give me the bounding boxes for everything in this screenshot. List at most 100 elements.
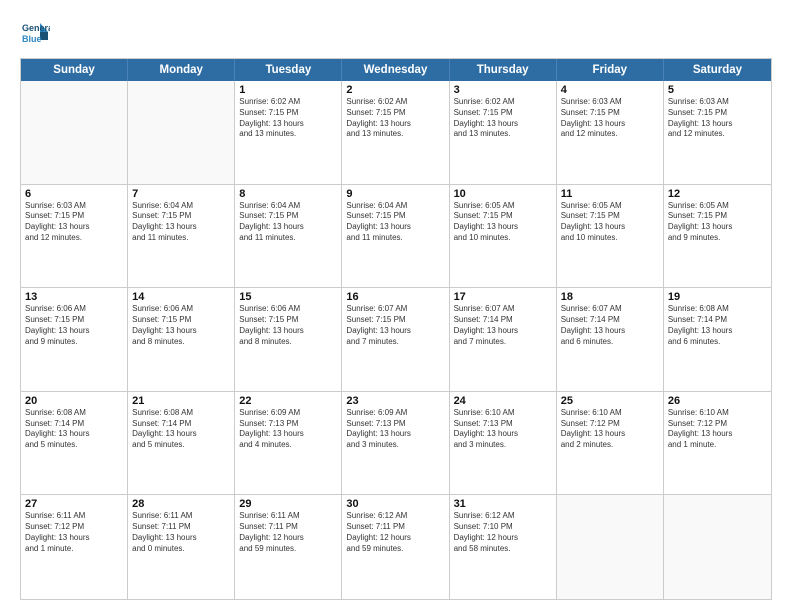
calendar-row-5: 27Sunrise: 6:11 AM Sunset: 7:12 PM Dayli… [21, 495, 771, 599]
day-info: Sunrise: 6:10 AM Sunset: 7:13 PM Dayligh… [454, 408, 552, 451]
empty-cell [128, 81, 235, 184]
day-info: Sunrise: 6:07 AM Sunset: 7:15 PM Dayligh… [346, 304, 444, 347]
page: General Blue SundayMondayTuesdayWednesda… [0, 0, 792, 612]
day-number: 2 [346, 84, 444, 96]
day-cell-6: 6Sunrise: 6:03 AM Sunset: 7:15 PM Daylig… [21, 185, 128, 288]
day-cell-12: 12Sunrise: 6:05 AM Sunset: 7:15 PM Dayli… [664, 185, 771, 288]
day-cell-23: 23Sunrise: 6:09 AM Sunset: 7:13 PM Dayli… [342, 392, 449, 495]
day-cell-1: 1Sunrise: 6:02 AM Sunset: 7:15 PM Daylig… [235, 81, 342, 184]
day-number: 24 [454, 395, 552, 407]
day-number: 27 [25, 498, 123, 510]
day-info: Sunrise: 6:02 AM Sunset: 7:15 PM Dayligh… [239, 97, 337, 140]
day-cell-3: 3Sunrise: 6:02 AM Sunset: 7:15 PM Daylig… [450, 81, 557, 184]
day-cell-17: 17Sunrise: 6:07 AM Sunset: 7:14 PM Dayli… [450, 288, 557, 391]
empty-cell [664, 495, 771, 599]
day-number: 31 [454, 498, 552, 510]
day-cell-25: 25Sunrise: 6:10 AM Sunset: 7:12 PM Dayli… [557, 392, 664, 495]
day-info: Sunrise: 6:08 AM Sunset: 7:14 PM Dayligh… [668, 304, 767, 347]
day-cell-22: 22Sunrise: 6:09 AM Sunset: 7:13 PM Dayli… [235, 392, 342, 495]
day-number: 8 [239, 188, 337, 200]
day-cell-5: 5Sunrise: 6:03 AM Sunset: 7:15 PM Daylig… [664, 81, 771, 184]
day-cell-10: 10Sunrise: 6:05 AM Sunset: 7:15 PM Dayli… [450, 185, 557, 288]
day-number: 29 [239, 498, 337, 510]
day-number: 25 [561, 395, 659, 407]
day-info: Sunrise: 6:02 AM Sunset: 7:15 PM Dayligh… [454, 97, 552, 140]
day-number: 21 [132, 395, 230, 407]
day-header-friday: Friday [557, 59, 664, 81]
day-cell-28: 28Sunrise: 6:11 AM Sunset: 7:11 PM Dayli… [128, 495, 235, 599]
day-info: Sunrise: 6:12 AM Sunset: 7:11 PM Dayligh… [346, 511, 444, 554]
day-info: Sunrise: 6:09 AM Sunset: 7:13 PM Dayligh… [239, 408, 337, 451]
day-cell-8: 8Sunrise: 6:04 AM Sunset: 7:15 PM Daylig… [235, 185, 342, 288]
calendar-row-1: 1Sunrise: 6:02 AM Sunset: 7:15 PM Daylig… [21, 81, 771, 185]
day-cell-11: 11Sunrise: 6:05 AM Sunset: 7:15 PM Dayli… [557, 185, 664, 288]
day-number: 22 [239, 395, 337, 407]
day-cell-16: 16Sunrise: 6:07 AM Sunset: 7:15 PM Dayli… [342, 288, 449, 391]
day-info: Sunrise: 6:12 AM Sunset: 7:10 PM Dayligh… [454, 511, 552, 554]
calendar-header: SundayMondayTuesdayWednesdayThursdayFrid… [21, 59, 771, 81]
day-cell-30: 30Sunrise: 6:12 AM Sunset: 7:11 PM Dayli… [342, 495, 449, 599]
day-info: Sunrise: 6:03 AM Sunset: 7:15 PM Dayligh… [668, 97, 767, 140]
calendar-row-3: 13Sunrise: 6:06 AM Sunset: 7:15 PM Dayli… [21, 288, 771, 392]
day-cell-26: 26Sunrise: 6:10 AM Sunset: 7:12 PM Dayli… [664, 392, 771, 495]
calendar-row-4: 20 Sunrise: 6:08 AM Sunset: 7:14 PM Dayli… [21, 392, 771, 496]
day-cell-19: 19Sunrise: 6:08 AM Sunset: 7:14 PM Dayli… [664, 288, 771, 391]
day-info: Sunrise: 6:09 AM Sunset: 7:13 PM Dayligh… [346, 408, 444, 451]
day-cell-21: 21Sunrise: 6:08 AM Sunset: 7:14 PM Dayli… [128, 392, 235, 495]
day-info: Sunrise: 6:05 AM Sunset: 7:15 PM Dayligh… [454, 201, 552, 244]
day-number: 12 [668, 188, 767, 200]
calendar-row-2: 6Sunrise: 6:03 AM Sunset: 7:15 PM Daylig… [21, 185, 771, 289]
day-cell-2: 2Sunrise: 6:02 AM Sunset: 7:15 PM Daylig… [342, 81, 449, 184]
day-info: Sunrise: 6:10 AM Sunset: 7:12 PM Dayligh… [668, 408, 767, 451]
day-header-thursday: Thursday [450, 59, 557, 81]
day-number: 15 [239, 291, 337, 303]
day-number: 20 [25, 395, 123, 407]
header: General Blue [20, 18, 772, 48]
day-cell-14: 14Sunrise: 6:06 AM Sunset: 7:15 PM Dayli… [128, 288, 235, 391]
day-number: 3 [454, 84, 552, 96]
calendar: SundayMondayTuesdayWednesdayThursdayFrid… [20, 58, 772, 600]
day-number: 26 [668, 395, 767, 407]
day-cell-13: 13Sunrise: 6:06 AM Sunset: 7:15 PM Dayli… [21, 288, 128, 391]
day-info: Sunrise: 6:06 AM Sunset: 7:15 PM Dayligh… [25, 304, 123, 347]
day-cell-24: 24Sunrise: 6:10 AM Sunset: 7:13 PM Dayli… [450, 392, 557, 495]
day-number: 23 [346, 395, 444, 407]
day-number: 11 [561, 188, 659, 200]
day-number: 16 [346, 291, 444, 303]
day-number: 9 [346, 188, 444, 200]
day-header-sunday: Sunday [21, 59, 128, 81]
empty-cell [557, 495, 664, 599]
day-number: 14 [132, 291, 230, 303]
day-header-tuesday: Tuesday [235, 59, 342, 81]
day-number: 7 [132, 188, 230, 200]
day-header-wednesday: Wednesday [342, 59, 449, 81]
day-cell-29: 29Sunrise: 6:11 AM Sunset: 7:11 PM Dayli… [235, 495, 342, 599]
day-info: Sunrise: 6:03 AM Sunset: 7:15 PM Dayligh… [561, 97, 659, 140]
day-info: Sunrise: 6:08 AM Sunset: 7:14 PM Dayligh… [132, 408, 230, 451]
day-info: Sunrise: 6:11 AM Sunset: 7:12 PM Dayligh… [25, 511, 123, 554]
day-info: Sunrise: 6:04 AM Sunset: 7:15 PM Dayligh… [132, 201, 230, 244]
day-header-saturday: Saturday [664, 59, 771, 81]
day-number: 17 [454, 291, 552, 303]
day-number: 18 [561, 291, 659, 303]
svg-text:General: General [22, 23, 50, 33]
day-info: Sunrise: 6:07 AM Sunset: 7:14 PM Dayligh… [561, 304, 659, 347]
svg-text:Blue: Blue [22, 34, 42, 44]
day-cell-20: 20Sunrise: 6:08 AM Sunset: 7:14 PM Dayli… [21, 392, 128, 495]
day-number: 10 [454, 188, 552, 200]
day-cell-4: 4Sunrise: 6:03 AM Sunset: 7:15 PM Daylig… [557, 81, 664, 184]
day-info: Sunrise: 6:07 AM Sunset: 7:14 PM Dayligh… [454, 304, 552, 347]
day-info: Sunrise: 6:03 AM Sunset: 7:15 PM Dayligh… [25, 201, 123, 244]
day-cell-27: 27Sunrise: 6:11 AM Sunset: 7:12 PM Dayli… [21, 495, 128, 599]
day-info: Sunrise: 6:02 AM Sunset: 7:15 PM Dayligh… [346, 97, 444, 140]
day-info: Sunrise: 6:10 AM Sunset: 7:12 PM Dayligh… [561, 408, 659, 451]
day-cell-18: 18Sunrise: 6:07 AM Sunset: 7:14 PM Dayli… [557, 288, 664, 391]
calendar-body: 1Sunrise: 6:02 AM Sunset: 7:15 PM Daylig… [21, 81, 771, 599]
day-info: Sunrise: 6:06 AM Sunset: 7:15 PM Dayligh… [239, 304, 337, 347]
day-info: Sunrise: 6:11 AM Sunset: 7:11 PM Dayligh… [132, 511, 230, 554]
logo: General Blue [20, 18, 50, 48]
day-cell-15: 15Sunrise: 6:06 AM Sunset: 7:15 PM Dayli… [235, 288, 342, 391]
day-number: 4 [561, 84, 659, 96]
logo-icon: General Blue [20, 18, 50, 48]
day-number: 19 [668, 291, 767, 303]
